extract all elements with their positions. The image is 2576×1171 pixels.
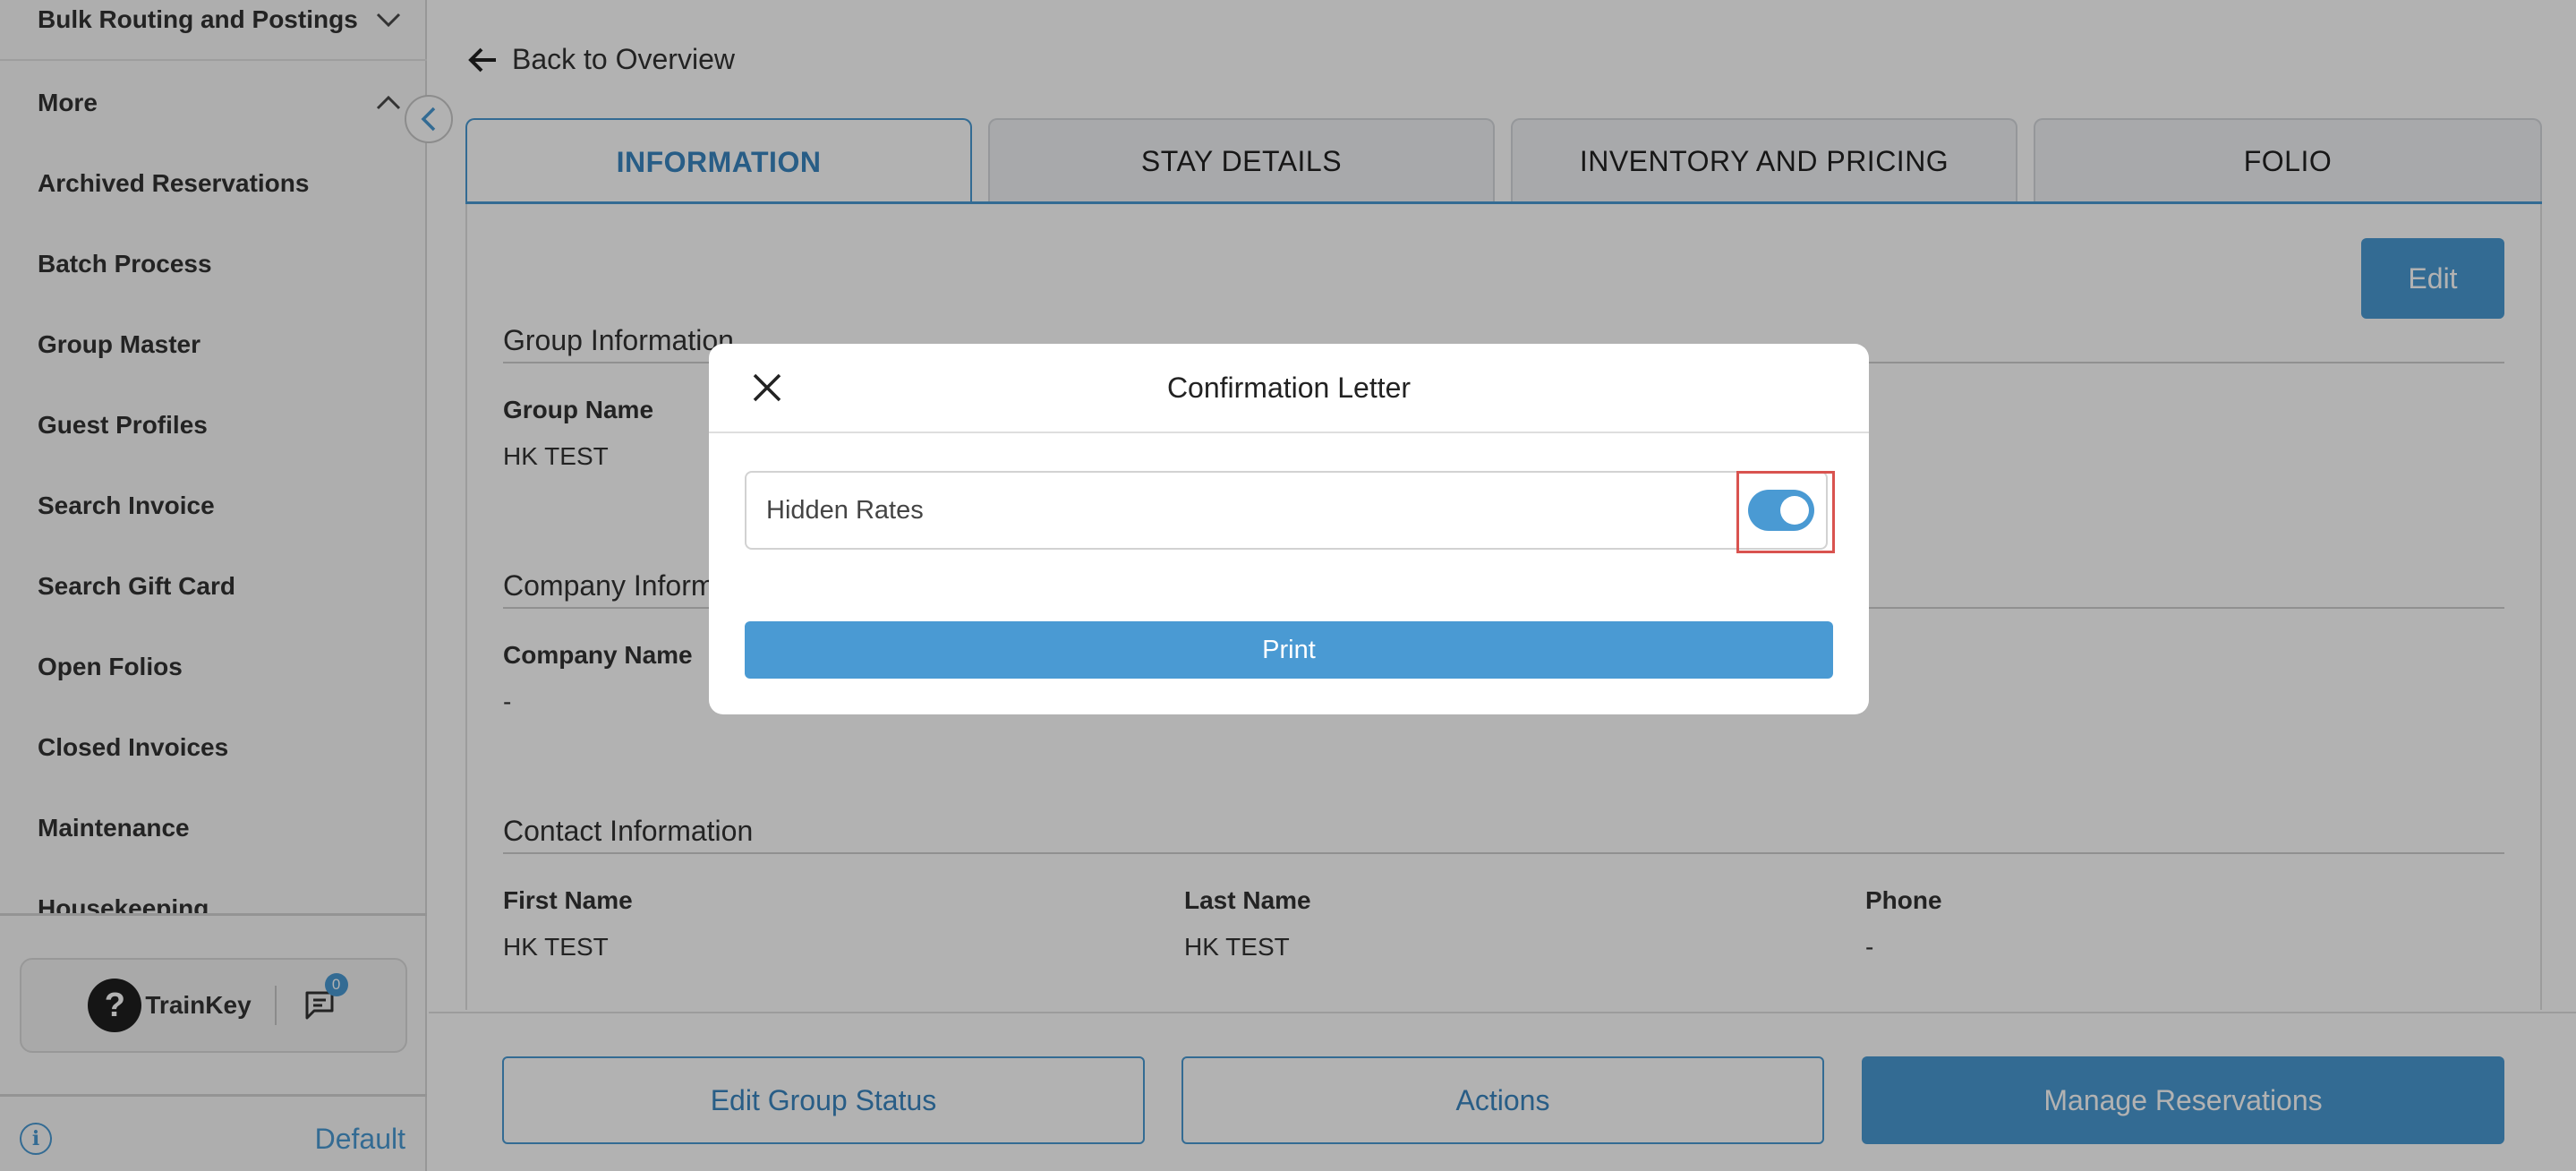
hidden-rates-toggle[interactable] — [1748, 490, 1814, 531]
modal-header: Confirmation Letter — [709, 344, 1869, 433]
hidden-rates-row: Hidden Rates — [745, 471, 1828, 550]
hidden-rates-label: Hidden Rates — [766, 495, 924, 525]
close-button[interactable] — [745, 365, 789, 410]
toggle-knob — [1780, 496, 1809, 525]
modal-title: Confirmation Letter — [1166, 371, 1412, 404]
print-button[interactable]: Print — [745, 621, 1833, 679]
close-icon — [753, 373, 781, 402]
confirmation-letter-dialog: Confirmation Letter Hidden Rates Print — [709, 344, 1869, 714]
